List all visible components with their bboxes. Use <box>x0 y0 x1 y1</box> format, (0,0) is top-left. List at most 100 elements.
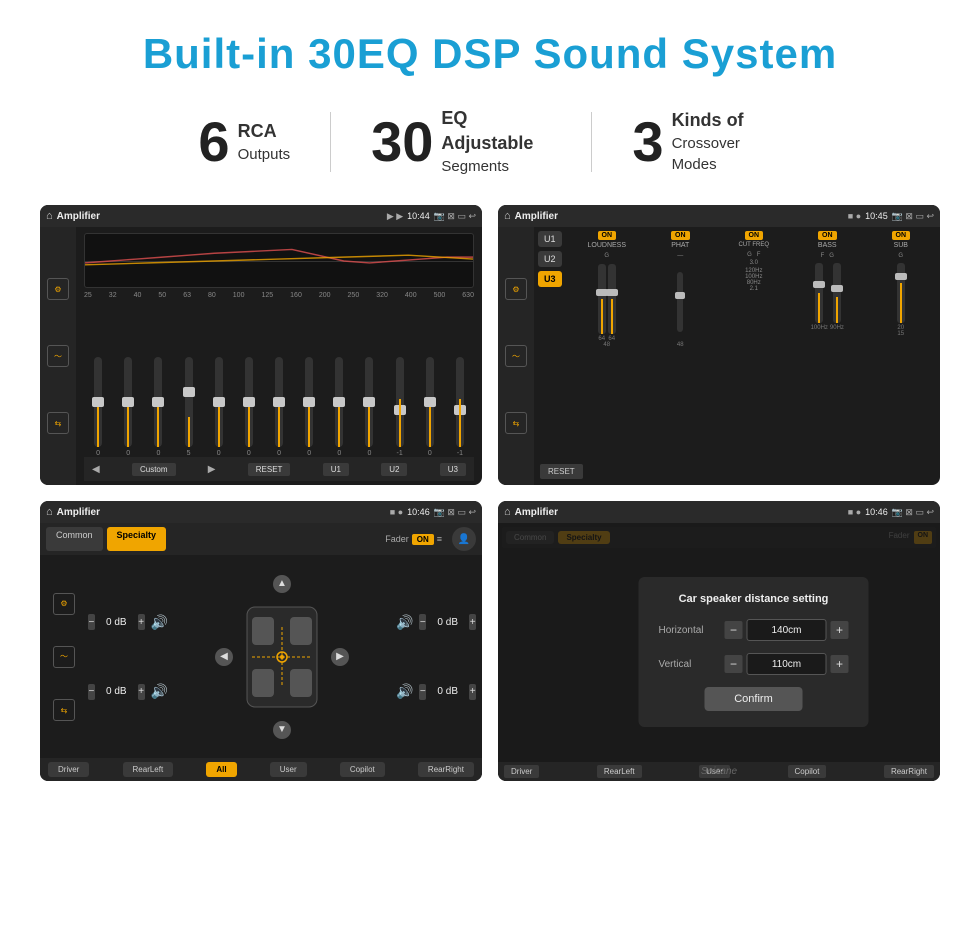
eq-slider-3[interactable]: 0 <box>144 357 172 457</box>
fader-db4-minus[interactable]: − <box>419 684 426 700</box>
eq-slider-5[interactable]: 0 <box>205 357 233 457</box>
crossover-title: Amplifier <box>515 211 844 222</box>
cx-sub-label: SUB <box>894 242 908 249</box>
fader-user-icon[interactable]: 👤 <box>452 527 476 551</box>
cx-bass-toggle[interactable]: ON <box>818 231 837 240</box>
eq-freq-labels: 25 32 40 50 63 80 100 125 160 200 250 32… <box>84 292 474 299</box>
fader-wave-icon[interactable]: 〜 <box>53 646 75 668</box>
eq-slider-4[interactable]: 5 <box>174 357 202 457</box>
fader-db1-minus[interactable]: − <box>88 614 95 630</box>
eq-u1-btn[interactable]: U1 <box>323 463 349 476</box>
fader-db2-plus[interactable]: + <box>138 684 145 700</box>
fader-db1-plus[interactable]: + <box>138 614 145 630</box>
crossover-time: 10:45 <box>865 211 888 221</box>
eq-slider-6[interactable]: 0 <box>235 357 263 457</box>
watermark: Seicane <box>701 766 737 777</box>
cx-cutfreq-toggle[interactable]: ON <box>745 231 764 240</box>
distance-screen: ⌂ Amplifier ■ ● 10:46 📷 ⊠ ▭ ↩ Common Spe… <box>498 501 940 781</box>
fader-db4-plus[interactable]: + <box>469 684 476 700</box>
eq-time: 10:44 <box>407 211 430 221</box>
eq-prev-btn[interactable]: ◀ <box>92 464 100 475</box>
fader-tab-specialty[interactable]: Specialty <box>107 527 167 551</box>
eq-content: ⚙ 〜 ⇆ 25 32 40 <box>40 227 482 485</box>
fader-down-btn[interactable]: ▼ <box>273 721 291 739</box>
fader-db3-minus[interactable]: − <box>419 614 426 630</box>
crossover-home-icon[interactable]: ⌂ <box>504 210 511 222</box>
eq-slider-7[interactable]: 0 <box>265 357 293 457</box>
eq-slider-11[interactable]: -1 <box>386 357 414 457</box>
eq-bottom-bar: ◀ Custom ▶ RESET U1 U2 U3 <box>84 457 474 481</box>
distance-rearleft-btn[interactable]: RearLeft <box>597 765 642 778</box>
eq-slider-10[interactable]: 0 <box>355 357 383 457</box>
eq-u3-btn[interactable]: U3 <box>440 463 466 476</box>
fader-tab-common[interactable]: Common <box>46 527 103 551</box>
eq-slider-13[interactable]: -1 <box>446 357 474 457</box>
fader-rearright-btn[interactable]: RearRight <box>418 762 474 777</box>
dialog-vertical-control: − 110cm + <box>725 653 849 675</box>
fader-all-btn[interactable]: All <box>206 762 236 777</box>
cx-arrows-icon[interactable]: ⇆ <box>505 412 527 434</box>
distance-driver-btn[interactable]: Driver <box>504 765 539 778</box>
fader-on-btn[interactable]: ON <box>412 534 434 545</box>
eq-next-btn[interactable]: ▶ <box>208 464 216 475</box>
dialog-vertical-row: Vertical − 110cm + <box>659 653 849 675</box>
fader-eq-icon[interactable]: ⚙ <box>53 593 75 615</box>
dialog-confirm-btn[interactable]: Confirm <box>704 687 803 711</box>
fader-up-btn[interactable]: ▲ <box>273 575 291 593</box>
fader-db-control-1: − 0 dB + 🔊 <box>88 614 168 631</box>
eq-arrows-icon[interactable]: ⇆ <box>47 412 69 434</box>
cx-cutfreq-label: CUT FREQ <box>738 242 769 248</box>
fader-lr-controls: ◀ <box>215 597 349 717</box>
dialog-horizontal-label: Horizontal <box>659 625 719 636</box>
fader-title: Amplifier <box>57 507 386 518</box>
eq-wave-icon[interactable]: 〜 <box>47 345 69 367</box>
stat-crossover: 3 Kinds of Crossover Modes <box>592 108 821 175</box>
cx-u2-btn[interactable]: U2 <box>538 251 562 267</box>
cx-loudness-toggle[interactable]: ON <box>598 231 617 240</box>
fader-user-btn[interactable]: User <box>270 762 307 777</box>
fader-home-icon[interactable]: ⌂ <box>46 506 53 518</box>
fader-left-btn[interactable]: ◀ <box>215 648 233 666</box>
eq-slider-9[interactable]: 0 <box>325 357 353 457</box>
dialog-horizontal-plus[interactable]: + <box>831 621 849 639</box>
eq-slider-1[interactable]: 0 <box>84 357 112 457</box>
fader-arrows-icon[interactable]: ⇆ <box>53 699 75 721</box>
eq-slider-2[interactable]: 0 <box>114 357 142 457</box>
fader-db-control-4: 🔊 − 0 dB + <box>396 683 476 700</box>
distance-copilot-btn[interactable]: Copilot <box>788 765 827 778</box>
dialog-horizontal-minus[interactable]: − <box>725 621 743 639</box>
eq-u2-btn[interactable]: U2 <box>381 463 407 476</box>
distance-rearright-btn[interactable]: RearRight <box>884 765 934 778</box>
distance-home-icon[interactable]: ⌂ <box>504 506 511 518</box>
cx-loudness: ON LOUDNESS G 64 <box>572 231 643 348</box>
cx-wave-icon[interactable]: 〜 <box>505 345 527 367</box>
crossover-screen: ⌂ Amplifier ■ ● 10:45 📷 ⊠ ▭ ↩ ⚙ 〜 ⇆ U1 <box>498 205 940 485</box>
fader-db2-minus[interactable]: − <box>88 684 95 700</box>
crossover-topbar-icons: ■ ● <box>848 211 861 221</box>
cx-bass: ON BASS F G 100Hz <box>792 231 863 331</box>
fader-copilot-btn[interactable]: Copilot <box>340 762 385 777</box>
eq-slider-8[interactable]: 0 <box>295 357 323 457</box>
cx-sub-toggle[interactable]: ON <box>892 231 911 240</box>
eq-slider-12[interactable]: 0 <box>416 357 444 457</box>
cx-u3-btn[interactable]: U3 <box>538 271 562 287</box>
fader-db3-plus[interactable]: + <box>469 614 476 630</box>
crossover-topbar: ⌂ Amplifier ■ ● 10:45 📷 ⊠ ▭ ↩ <box>498 205 940 227</box>
cx-reset-btn[interactable]: RESET <box>540 464 583 479</box>
cx-phat-toggle[interactable]: ON <box>671 231 690 240</box>
cx-mode-buttons: U1 U2 U3 <box>538 231 562 287</box>
distance-time: 10:46 <box>865 507 888 517</box>
fader-right-btn[interactable]: ▶ <box>331 648 349 666</box>
fader-db-control-3: 🔊 − 0 dB + <box>396 614 476 631</box>
cx-u1-btn[interactable]: U1 <box>538 231 562 247</box>
eq-custom-btn[interactable]: Custom <box>132 463 176 476</box>
cx-settings-icon[interactable]: ⚙ <box>505 278 527 300</box>
fader-rearleft-btn[interactable]: RearLeft <box>123 762 174 777</box>
eq-reset-btn[interactable]: RESET <box>248 463 291 476</box>
dialog-vertical-minus[interactable]: − <box>725 655 743 673</box>
stat-crossover-text: Kinds of Crossover Modes <box>672 108 782 175</box>
eq-settings-icon[interactable]: ⚙ <box>47 278 69 300</box>
fader-driver-btn[interactable]: Driver <box>48 762 89 777</box>
dialog-vertical-plus[interactable]: + <box>831 655 849 673</box>
home-icon[interactable]: ⌂ <box>46 210 53 222</box>
